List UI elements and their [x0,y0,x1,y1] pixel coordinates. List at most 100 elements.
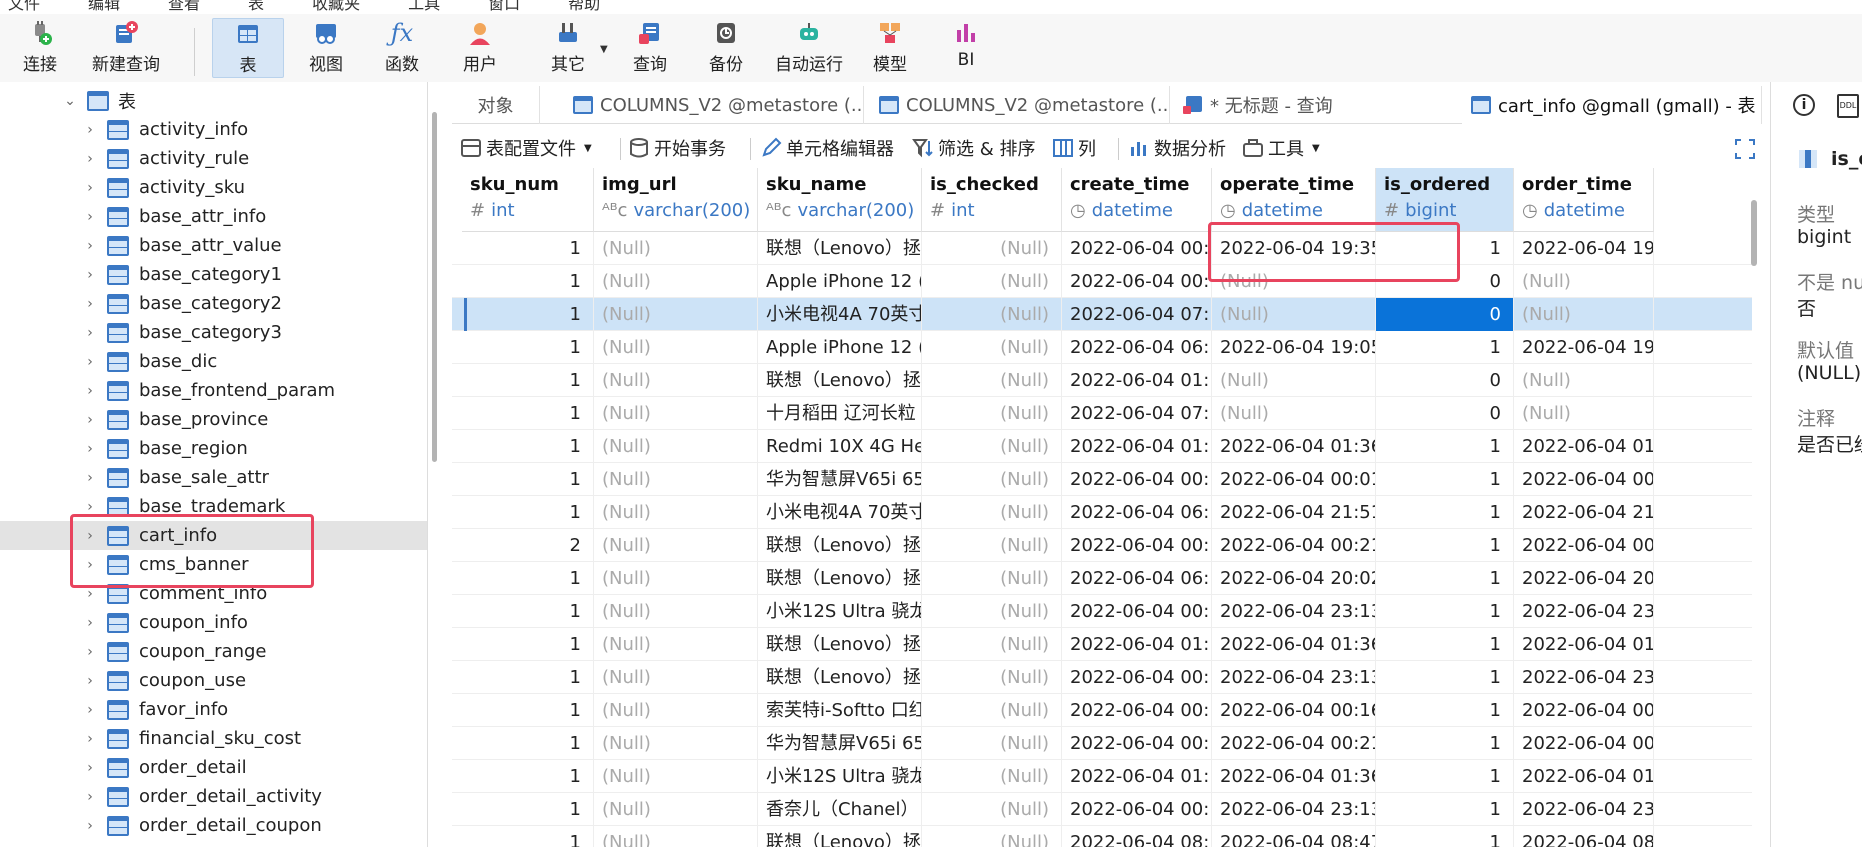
tree-item-coupon-use[interactable]: › coupon_use [0,666,427,695]
menu-item[interactable]: 编辑 [88,0,120,13]
table-row[interactable]: 1 (Null) 联想（Lenovo）拯 (Null) 2022-06-04 01: (N… [452,364,1752,397]
table-row[interactable]: 1 (Null) 十月稻田 辽河长粒 (Null) 2022-06-04 07: (Nul… [452,397,1752,430]
table-cell[interactable]: (Null) [922,595,1062,628]
chevron-right-icon[interactable]: › [82,528,98,544]
tree-item-base-frontend-param[interactable]: › base_frontend_param [0,376,427,405]
model-button[interactable]: 模型 [854,18,926,78]
table-cell[interactable]: 1 [1376,628,1514,661]
table-cell[interactable]: 2022-06-04 01 [1514,760,1654,793]
table-row[interactable]: 1 (Null) 华为智慧屏V65i 65 (Null) 2022-06-04 00: 2… [452,463,1752,496]
chevron-right-icon[interactable]: › [82,702,98,718]
table-cell[interactable]: 2022-06-04 06: [1062,331,1212,364]
table-cell[interactable]: (Null) [922,496,1062,529]
table-cell[interactable]: 2022-06-04 01: [1062,760,1212,793]
table-cell[interactable]: 2022-06-04 00: [1062,694,1212,727]
backup-button[interactable]: 备份 [690,18,762,78]
connect-button[interactable]: 连接 [4,18,76,78]
table-cell[interactable]: Apple iPhone 12 ( [758,331,922,364]
table-cell[interactable]: (Null) [594,232,758,265]
table-cell[interactable]: (Null) [594,298,758,331]
table-cell[interactable]: (Null) [594,727,758,760]
table-cell[interactable]: 1 [462,496,594,529]
table-cell[interactable]: Apple iPhone 12 ( [758,265,922,298]
table-cell[interactable]: (Null) [922,727,1062,760]
table-cell[interactable]: (Null) [1514,397,1654,430]
table-cell[interactable]: (Null) [922,265,1062,298]
table-row[interactable]: 1 (Null) 索芙特i-Softto 口红 (Null) 2022-06-04 00… [452,694,1752,727]
tree-item-base-attr-value[interactable]: › base_attr_value [0,231,427,260]
chevron-right-icon[interactable]: › [82,383,98,399]
table-cell[interactable]: 1 [462,265,594,298]
table-cell[interactable]: (Null) [922,562,1062,595]
table-cell[interactable]: 十月稻田 辽河长粒 [758,397,922,430]
table-cell[interactable]: 联想（Lenovo）拯 [758,562,922,595]
column-header-create-time[interactable]: create_time ◷ datetime [1062,168,1212,232]
table-cell[interactable]: (Null) [594,562,758,595]
table-cell[interactable]: 2022-06-04 00:21 [1212,727,1376,760]
chevron-right-icon[interactable]: › [82,441,98,457]
table-cell[interactable]: 2022-06-04 00: [1062,529,1212,562]
table-cell[interactable]: 2022-06-04 23 [1514,595,1654,628]
table-cell[interactable]: 联想（Lenovo）拯 [758,628,922,661]
table-cell[interactable]: 2022-06-04 00:21 [1212,529,1376,562]
chevron-right-icon[interactable]: › [82,499,98,515]
tree-item-order-detail[interactable]: › order_detail [0,753,427,782]
table-cell[interactable]: 2022-06-04 23:13 [1212,661,1376,694]
table-cell[interactable]: 2022-06-04 00: [1062,463,1212,496]
table-cell[interactable]: 2022-06-04 00 [1514,529,1654,562]
table-cell[interactable]: 2022-06-04 01: [1062,364,1212,397]
tree-item-coupon-range[interactable]: › coupon_range [0,637,427,666]
menu-item[interactable]: 文件 [8,0,40,13]
table-cell[interactable]: Redmi 10X 4G He [758,430,922,463]
table-cell[interactable]: 1 [462,430,594,463]
table-cell[interactable]: 2022-06-04 19 [1514,232,1654,265]
tree-tables-group[interactable]: ⌄ 表 [0,86,427,115]
table-cell[interactable]: 2022-06-04 01 [1514,430,1654,463]
tree-item-base-attr-info[interactable]: › base_attr_info [0,202,427,231]
table-cell[interactable]: 联想（Lenovo）拯 [758,232,922,265]
ddl-icon[interactable]: DDL [1837,94,1859,118]
table-cell[interactable]: (Null) [594,529,758,562]
table-row[interactable]: 1 (Null) 小米电视4A 70英寸 (Null) 2022-06-04 07: (N… [452,298,1752,331]
table-cell[interactable]: 2022-06-04 00: [1062,727,1212,760]
table-cell[interactable]: (Null) [1514,364,1654,397]
tree-item-coupon-info[interactable]: › coupon_info [0,608,427,637]
table-cell[interactable]: 2022-06-04 00: [1062,793,1212,826]
tree-item-base-dic[interactable]: › base_dic [0,347,427,376]
table-cell[interactable]: 1 [462,628,594,661]
function-button[interactable]: ƒx 函数 [366,18,438,78]
table-row[interactable]: 1 (Null) Apple iPhone 12 ((Null) 2022-06-04… [452,265,1752,298]
table-row[interactable]: 1 (Null) 联想（Lenovo）拯 (Null) 2022-06-04 08: 20… [452,826,1752,847]
chevron-right-icon[interactable]: › [82,296,98,312]
table-cell[interactable]: 1 [462,694,594,727]
grid-scrollbar[interactable] [1751,200,1757,266]
tree-item-order-detail-activity[interactable]: › order_detail_activity [0,782,427,811]
other-button[interactable]: 其它 [528,18,608,78]
table-cell[interactable]: 1 [1376,727,1514,760]
chevron-right-icon[interactable]: › [82,731,98,747]
table-cell[interactable]: (Null) [922,463,1062,496]
table-cell[interactable]: (Null) [922,628,1062,661]
table-row[interactable]: 1 (Null) Apple iPhone 12 ((Null) 2022-06-04… [452,331,1752,364]
tree-item-activity-sku[interactable]: › activity_sku [0,173,427,202]
table-cell[interactable]: 1 [462,364,594,397]
table-cell[interactable]: 2022-06-04 08 [1514,826,1654,847]
tab-cart-info[interactable]: cart_info @gmall (gmall) - 表 [1462,86,1762,124]
chevron-right-icon[interactable]: › [82,760,98,776]
table-cell[interactable]: 小米电视4A 70英寸 [758,298,922,331]
table-row[interactable]: 1 (Null) 联想（Lenovo）拯 (Null) 2022-06-04 00: 20… [452,232,1752,265]
table-cell[interactable]: 2022-06-04 01 [1514,628,1654,661]
data-analysis-button[interactable]: 数据分析 [1128,134,1226,162]
table-row[interactable]: 1 (Null) 华为智慧屏V65i 65 (Null) 2022-06-04 00: 2… [452,727,1752,760]
table-cell[interactable]: 2022-06-04 01:36 [1212,628,1376,661]
table-cell[interactable]: 2022-06-04 23 [1514,661,1654,694]
chevron-right-icon[interactable]: › [82,644,98,660]
table-cell[interactable]: 小米12S Ultra 骁龙 [758,760,922,793]
chevron-down-icon[interactable]: ▼ [600,44,608,55]
tree-item-cms-banner[interactable]: › cms_banner [0,550,427,579]
table-cell[interactable]: 1 [1376,661,1514,694]
table-cell[interactable]: 1 [1376,595,1514,628]
table-cell[interactable]: 2022-06-04 08: [1062,826,1212,847]
column-header-operate-time[interactable]: operate_time ◷ datetime [1212,168,1376,232]
table-cell[interactable]: 0 [1376,265,1514,298]
